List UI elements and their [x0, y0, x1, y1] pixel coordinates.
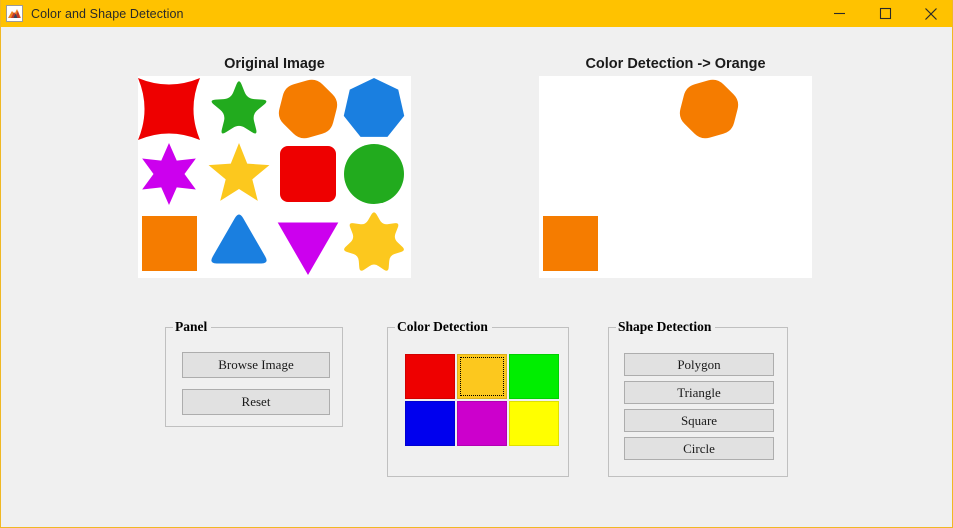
- color-swatch-magenta[interactable]: [457, 401, 507, 446]
- reset-button[interactable]: Reset: [182, 389, 330, 415]
- application-window: Color and Shape Detection Original Image: [0, 0, 953, 528]
- color-swatch-yellow[interactable]: [509, 401, 559, 446]
- detection-image-canvas: [539, 76, 812, 278]
- polygon-button[interactable]: Polygon: [624, 353, 774, 376]
- maximize-button[interactable]: [862, 0, 908, 27]
- shape-detection-title: Shape Detection: [616, 319, 715, 335]
- original-image-title: Original Image: [138, 56, 411, 72]
- window-controls: [816, 0, 953, 27]
- window-title: Color and Shape Detection: [31, 7, 184, 21]
- shape-detection-group: Shape Detection Polygon Triangle Square …: [608, 327, 788, 477]
- main-panel-title: Panel: [173, 319, 211, 335]
- color-swatch-red[interactable]: [405, 354, 455, 399]
- square-button[interactable]: Square: [624, 409, 774, 432]
- title-bar[interactable]: Color and Shape Detection: [1, 0, 953, 27]
- close-button[interactable]: [908, 0, 953, 27]
- triangle-button[interactable]: Triangle: [624, 381, 774, 404]
- main-panel-group: Panel Browse Image Reset: [165, 327, 343, 427]
- color-swatch-blue[interactable]: [405, 401, 455, 446]
- minimize-button[interactable]: [816, 0, 862, 27]
- matlab-membrane-icon: [6, 5, 23, 22]
- color-detection-group: Color Detection: [387, 327, 569, 477]
- detection-image-title: Color Detection -> Orange: [539, 56, 812, 72]
- color-swatch-orange[interactable]: [457, 354, 507, 399]
- color-detection-title: Color Detection: [395, 319, 492, 335]
- browse-image-button[interactable]: Browse Image: [182, 352, 330, 378]
- original-image-canvas: [138, 76, 411, 278]
- color-swatch-green[interactable]: [509, 354, 559, 399]
- circle-button[interactable]: Circle: [624, 437, 774, 460]
